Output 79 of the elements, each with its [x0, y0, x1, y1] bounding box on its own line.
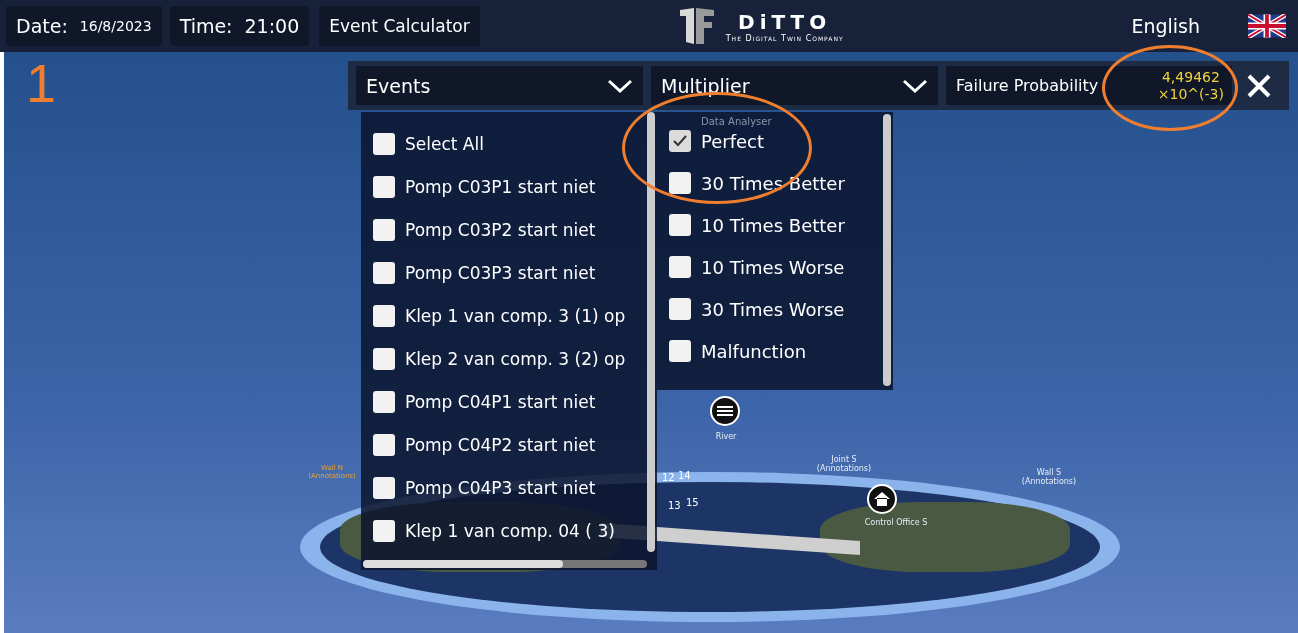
checkbox[interactable]: [373, 219, 395, 241]
checkbox[interactable]: [669, 130, 691, 152]
checkbox[interactable]: [373, 348, 395, 370]
event-option[interactable]: Klep 1 van comp. 04 ( 3): [373, 517, 657, 545]
event-option[interactable]: Pomp C04P1 start niet: [373, 388, 657, 416]
pin-number: 14: [678, 470, 691, 481]
close-icon[interactable]: [1246, 72, 1272, 99]
annotation-number: 1: [26, 52, 57, 114]
option-label: Select All: [405, 134, 484, 154]
scene-label: Joint S (Annotations): [815, 455, 873, 473]
event-option[interactable]: Klep 1 van comp. 3 (1) op: [373, 302, 657, 330]
checkbox[interactable]: [669, 256, 691, 278]
logo-icon: [677, 6, 716, 46]
option-label: Pomp C03P2 start niet: [405, 220, 596, 240]
chevron-icon: [902, 77, 928, 94]
logo-name: DiTTO: [738, 9, 832, 34]
scene-label: River: [714, 432, 738, 441]
pin-number: 12: [662, 472, 675, 483]
event-option[interactable]: Klep 2 van comp. 3 (2) op: [373, 345, 657, 373]
checkbox[interactable]: [373, 434, 395, 456]
option-label: Pomp C04P2 start niet: [405, 435, 596, 455]
multiplier-option[interactable]: 30 Times Better: [669, 169, 893, 197]
multiplier-option[interactable]: 10 Times Worse: [669, 253, 893, 281]
event-option[interactable]: Select All: [373, 130, 657, 158]
option-label: Perfect: [701, 130, 765, 152]
event-option[interactable]: Pomp C04P2 start niet: [373, 431, 657, 459]
checkbox[interactable]: [669, 298, 691, 320]
home-icon[interactable]: [867, 484, 897, 514]
pin-number: 15: [686, 497, 699, 508]
pin-number: 13: [668, 500, 681, 511]
event-option[interactable]: Pomp C04P3 start niet: [373, 474, 657, 502]
scrollbar[interactable]: [883, 114, 891, 386]
date-display: Date: 16/8/2023: [6, 6, 162, 46]
checkbox[interactable]: [373, 477, 395, 499]
option-label: Pomp C04P3 start niet: [405, 478, 596, 498]
dropdown[interactable]: Multiplier: [651, 66, 938, 105]
multiplier-option[interactable]: 10 Times Better: [669, 211, 893, 239]
option-label: Pomp C03P3 start niet: [405, 263, 596, 283]
checkbox[interactable]: [373, 176, 395, 198]
option-label: Pomp C04P1 start niet: [405, 392, 596, 412]
flag-icon[interactable]: [1248, 14, 1286, 38]
scene-label: Control Office S: [863, 518, 929, 527]
scene-label: Wall S (Annotations): [1020, 468, 1078, 486]
scrollbar[interactable]: [647, 112, 655, 552]
checkbox[interactable]: [373, 305, 395, 327]
checkbox[interactable]: [669, 214, 691, 236]
event-calculator-button[interactable]: Event Calculator: [319, 6, 480, 46]
checkbox[interactable]: [669, 172, 691, 194]
dropdown[interactable]: Events: [356, 66, 643, 105]
failure-probability-value: 4,49462 ×10^(-3): [1157, 68, 1224, 103]
event-option[interactable]: Pomp C03P2 start niet: [373, 216, 657, 244]
option-label: 30 Times Worse: [701, 298, 845, 320]
option-label: Pomp C03P1 start niet: [405, 177, 596, 197]
option-label: Klep 1 van comp. 04 ( 3): [405, 521, 615, 541]
option-label: Klep 1 van comp. 3 (1) op: [405, 306, 626, 326]
checkbox[interactable]: [373, 262, 395, 284]
time-display: Time: 21:00: [169, 6, 310, 46]
checkbox[interactable]: [373, 520, 395, 542]
event-option[interactable]: Pomp C03P3 start niet: [373, 259, 657, 287]
check-icon: [672, 134, 688, 148]
multiplier-option[interactable]: 30 Times Worse: [669, 295, 893, 323]
failure-probability-label: Failure Probability: [956, 76, 1099, 95]
checkbox[interactable]: [373, 133, 395, 155]
scene-label: Data Analyser: [701, 116, 773, 127]
event-option[interactable]: Pomp C03P1 start niet: [373, 173, 657, 201]
water-icon[interactable]: [710, 396, 740, 426]
language-label[interactable]: English: [1131, 15, 1200, 37]
checkbox[interactable]: [373, 391, 395, 413]
option-label: Klep 2 van comp. 3 (2) op: [405, 349, 626, 369]
scrollbar[interactable]: [363, 560, 647, 568]
multiplier-option[interactable]: Malfunction: [669, 337, 893, 365]
option-label: 30 Times Better: [701, 172, 845, 194]
checkbox[interactable]: [669, 340, 691, 362]
logo-tagline: The Digital Twin Company: [725, 33, 844, 43]
option-label: 10 Times Worse: [701, 256, 845, 278]
option-label: 10 Times Better: [701, 214, 845, 236]
chevron-icon: [607, 77, 633, 94]
multiplier-option[interactable]: Perfect: [669, 127, 893, 155]
option-label: Malfunction: [701, 340, 807, 362]
